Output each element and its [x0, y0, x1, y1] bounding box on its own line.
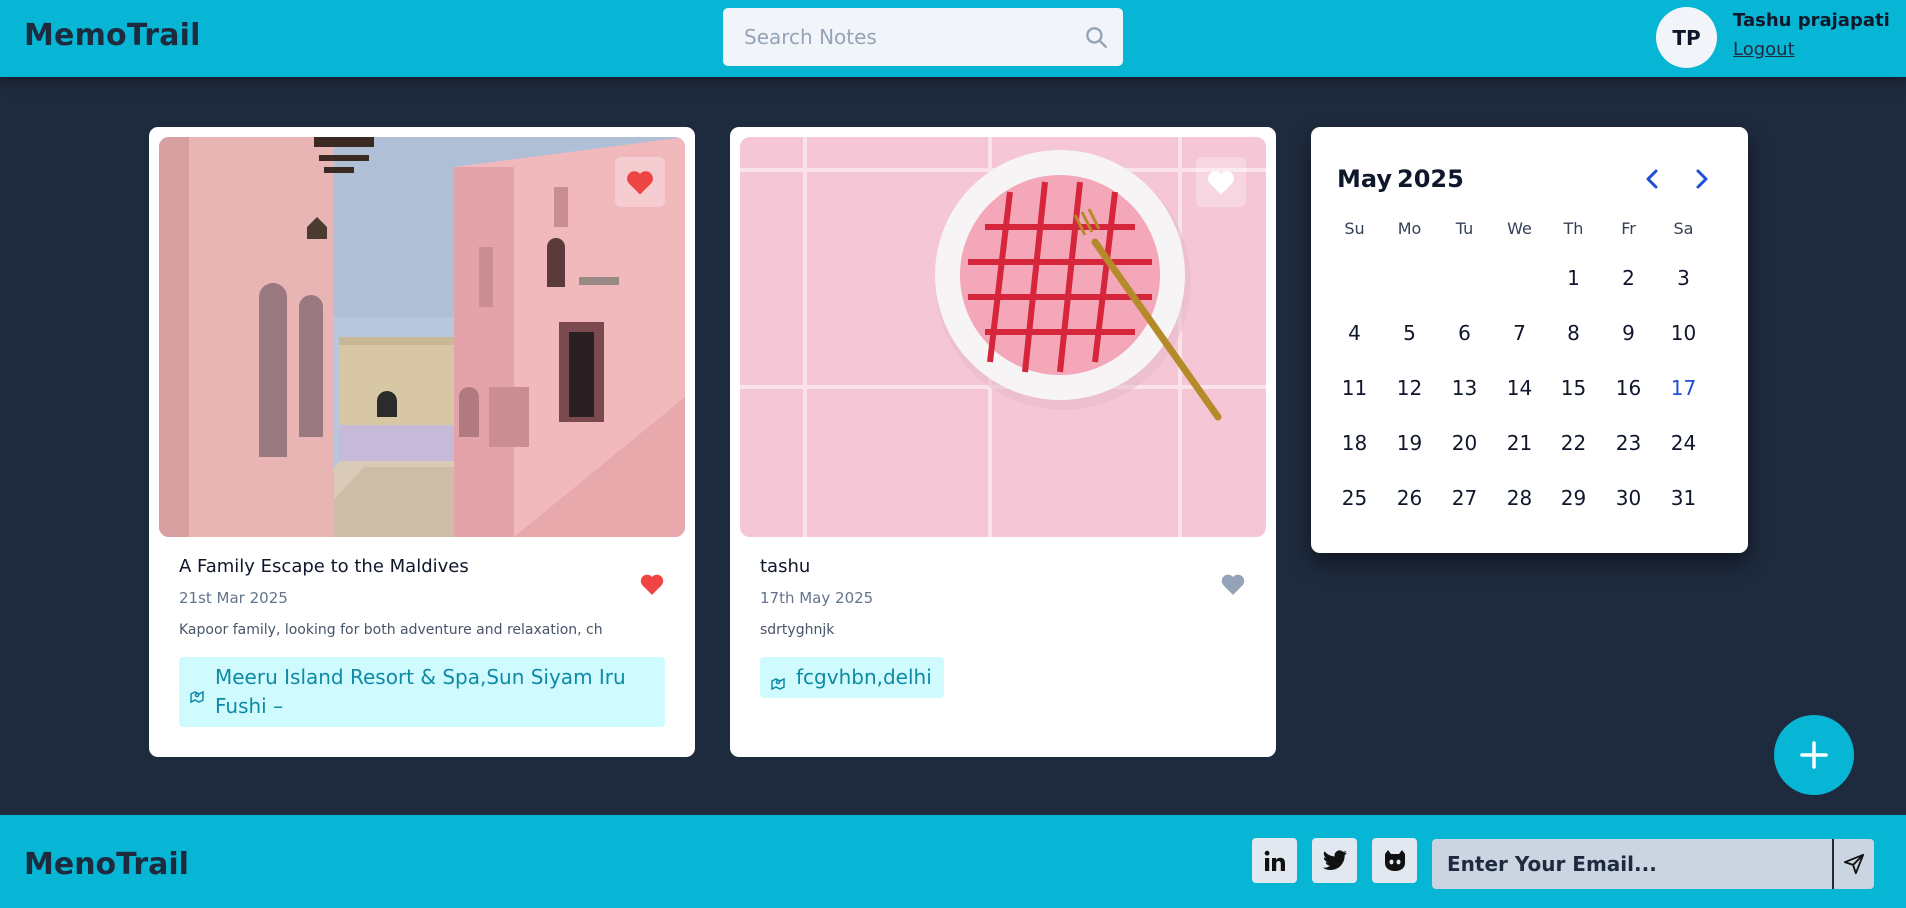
calendar-day[interactable]: 16 — [1601, 376, 1656, 400]
calendar-day[interactable]: 9 — [1601, 321, 1656, 345]
search-icon[interactable] — [1083, 24, 1109, 50]
calendar-day[interactable]: 6 — [1437, 321, 1492, 345]
calendar-day[interactable]: 19 — [1382, 431, 1437, 455]
calendar-day[interactable]: 28 — [1492, 486, 1547, 510]
chevron-left-icon[interactable] — [1641, 167, 1665, 191]
calendar-year: 2025 — [1397, 165, 1464, 193]
calendar-day[interactable]: 17 — [1656, 376, 1711, 400]
calendar-month: May — [1337, 165, 1392, 193]
calendar-day[interactable]: 10 — [1656, 321, 1711, 345]
calendar-day[interactable]: 27 — [1437, 486, 1492, 510]
calendar-day[interactable]: 18 — [1327, 431, 1382, 455]
weekday-label: Mo — [1397, 219, 1422, 238]
footer-brand: MenoTrail — [24, 847, 189, 882]
date-calendar: May 2025 Su Mo Tu We Th Fr Sa 1 2 3 4 5 6 7 8 9 10 11 12 13… — [1311, 127, 1748, 553]
twitter-icon[interactable] — [1312, 838, 1357, 883]
calendar-day[interactable]: 25 — [1327, 486, 1382, 510]
calendar-day[interactable]: 22 — [1546, 431, 1601, 455]
calendar-day[interactable]: 7 — [1492, 321, 1547, 345]
map-pin-icon — [770, 670, 786, 699]
story-date: 17th May 2025 — [760, 589, 874, 607]
calendar-day[interactable]: 13 — [1437, 376, 1492, 400]
story-description: sdrtyghnjk — [760, 622, 835, 638]
calendar-day[interactable]: 5 — [1382, 321, 1437, 345]
story-card[interactable]: tashu 17th May 2025 sdrtyghnjk fcgvhbn,d… — [730, 127, 1276, 757]
brand-logo[interactable]: MemoTrail — [24, 18, 201, 53]
weekday-label: Fr — [1621, 219, 1636, 238]
calendar-day[interactable]: 30 — [1601, 486, 1656, 510]
top-navbar: MemoTrail TP Tashu prajapati Logout — [0, 0, 1906, 77]
linkedin-icon[interactable] — [1252, 838, 1297, 883]
footer: MenoTrail — [0, 815, 1906, 908]
heart-icon[interactable] — [639, 572, 667, 598]
calendar-day[interactable]: 29 — [1546, 486, 1601, 510]
location-chip: Meeru Island Resort & Spa,Sun Siyam Iru … — [179, 657, 665, 727]
heart-icon — [627, 171, 653, 195]
calendar-day[interactable]: 31 — [1656, 486, 1711, 510]
calendar-day[interactable]: 11 — [1327, 376, 1382, 400]
chevron-right-icon[interactable] — [1689, 167, 1713, 191]
newsletter-email — [1432, 839, 1832, 889]
story-image[interactable] — [740, 137, 1266, 537]
calendar-day[interactable]: 2 — [1601, 266, 1656, 290]
calendar-day[interactable]: 1 — [1546, 266, 1601, 290]
plus-icon — [1800, 741, 1828, 769]
calendar-day[interactable]: 23 — [1601, 431, 1656, 455]
calendar-day[interactable]: 8 — [1546, 321, 1601, 345]
weekday-label: Tu — [1455, 219, 1474, 238]
story-image[interactable] — [159, 137, 685, 537]
calendar-day[interactable]: 4 — [1327, 321, 1382, 345]
send-button[interactable] — [1832, 839, 1874, 889]
calendar-day[interactable]: 26 — [1382, 486, 1437, 510]
weekday-label: Th — [1563, 219, 1584, 238]
avatar: TP — [1656, 7, 1717, 68]
calendar-day[interactable]: 15 — [1546, 376, 1601, 400]
calendar-day[interactable]: 24 — [1656, 431, 1711, 455]
story-title: A Family Escape to the Maldives — [179, 556, 469, 577]
add-story-button[interactable] — [1774, 715, 1854, 795]
calendar-day[interactable]: 12 — [1382, 376, 1437, 400]
weekday-label: Su — [1344, 219, 1365, 238]
story-description: Kapoor family, looking for both adventur… — [179, 622, 603, 638]
story-card[interactable]: A Family Escape to the Maldives 21st Mar… — [149, 127, 695, 757]
story-title: tashu — [760, 556, 811, 577]
heart-icon — [1208, 171, 1234, 195]
favorite-toggle[interactable] — [1196, 157, 1246, 207]
weekday-label: Sa — [1673, 219, 1694, 238]
calendar-day[interactable]: 20 — [1437, 431, 1492, 455]
story-date: 21st Mar 2025 — [179, 589, 288, 607]
calendar-day[interactable]: 14 — [1492, 376, 1547, 400]
user-name: Tashu prajapati — [1733, 10, 1890, 31]
heart-icon[interactable] — [1220, 572, 1248, 598]
search-input[interactable] — [723, 8, 1063, 66]
calendar-day[interactable]: 21 — [1492, 431, 1547, 455]
location-text: fcgvhbn,delhi — [796, 665, 932, 689]
send-icon — [1843, 853, 1865, 875]
location-text: Meeru Island Resort & Spa,Sun Siyam Iru … — [215, 665, 626, 718]
email-field[interactable] — [1432, 839, 1832, 889]
map-pin-icon — [189, 683, 205, 712]
github-icon[interactable] — [1372, 838, 1417, 883]
favorite-toggle[interactable] — [615, 157, 665, 207]
location-chip: fcgvhbn,delhi — [760, 657, 944, 698]
logout-link[interactable]: Logout — [1733, 39, 1795, 60]
search-bar — [723, 8, 1123, 66]
calendar-day[interactable]: 3 — [1656, 266, 1711, 290]
weekday-label: We — [1507, 219, 1532, 238]
